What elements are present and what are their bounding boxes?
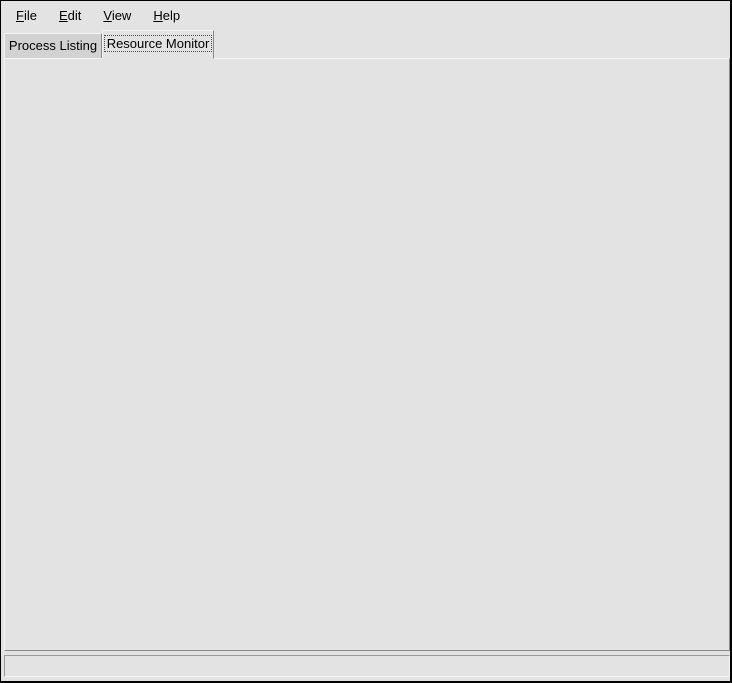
system-monitor-window: FileEditViewHelp Process Listing Resourc… [0,0,732,683]
tab-resource-monitor[interactable]: Resource Monitor [102,30,214,59]
menu-item-file[interactable]: File [6,3,49,28]
menu-item-help[interactable]: Help [143,3,192,28]
menubar: FileEditViewHelp [1,1,730,30]
tab-process-listing[interactable]: Process Listing [4,33,102,58]
menu-item-edit[interactable]: Edit [49,3,93,28]
statusbar [4,655,730,677]
tab-resource-monitor-label: Resource Monitor [105,36,212,51]
resource-monitor-page [4,58,730,651]
menu-item-view[interactable]: View [93,3,143,28]
